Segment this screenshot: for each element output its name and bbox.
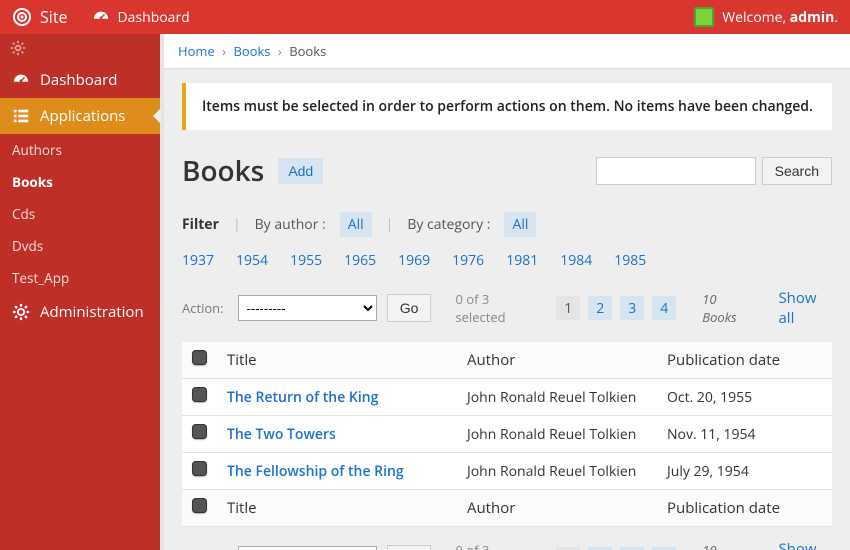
settings-button[interactable]: [0, 34, 160, 62]
pager: 1234: [556, 296, 676, 320]
book-author: John Ronald Reuel Tolkien: [457, 379, 657, 416]
year-filter-1969[interactable]: 1969: [398, 251, 430, 270]
sidebar-item-test_app[interactable]: Test_App: [0, 262, 160, 294]
filter-label: Filter: [182, 215, 219, 234]
selected-count: 0 of 3 selected: [455, 541, 536, 550]
breadcrumb-books[interactable]: Books: [233, 42, 270, 60]
book-pubdate: July 29, 1954: [657, 453, 832, 490]
year-filter-1976[interactable]: 1976: [452, 251, 484, 270]
sidebar-administration[interactable]: Administration: [0, 294, 160, 330]
col-author-foot[interactable]: Author: [457, 490, 657, 527]
select-all-checkbox[interactable]: [192, 350, 207, 365]
sidebar: Dashboard Applications AuthorsBooksCdsDv…: [0, 34, 160, 550]
year-filter-1955[interactable]: 1955: [290, 251, 322, 270]
topbar: Site Dashboard Welcome, admin.: [0, 0, 850, 34]
welcome-block[interactable]: Welcome, admin.: [694, 7, 838, 27]
list-icon: [12, 107, 30, 125]
year-filter-row: 1937 1954 1955 1965 1969 1976 1981 1984 1985: [182, 251, 832, 270]
welcome-text: Welcome, admin.: [722, 8, 838, 27]
sidebar-administration-label: Administration: [40, 302, 144, 322]
topbar-dashboard-label: Dashboard: [118, 8, 190, 27]
year-filter-1985[interactable]: 1985: [614, 251, 646, 270]
page-4[interactable]: 4: [652, 296, 676, 320]
filter-author-label: By author :: [255, 215, 326, 234]
total-count: 10 Books: [702, 290, 750, 326]
table-header-row: Title Author Publication date: [182, 342, 832, 379]
avatar: [694, 7, 714, 27]
col-pubdate[interactable]: Publication date: [657, 342, 832, 379]
gauge-icon: [92, 8, 110, 26]
sidebar-item-books[interactable]: Books: [0, 166, 160, 198]
year-filter-1965[interactable]: 1965: [344, 251, 376, 270]
cog-icon: [12, 303, 30, 321]
book-title-link[interactable]: The Fellowship of the Ring: [227, 462, 404, 481]
sidebar-applications[interactable]: Applications: [0, 98, 160, 134]
book-title-link[interactable]: The Two Towers: [227, 425, 336, 444]
breadcrumb: Home › Books › Books: [164, 34, 850, 69]
filter-author-value[interactable]: All: [340, 212, 372, 237]
col-pubdate-foot[interactable]: Publication date: [657, 490, 832, 527]
filter-category-label: By category :: [407, 215, 490, 234]
go-button[interactable]: Go: [387, 545, 432, 550]
row-checkbox[interactable]: [192, 387, 207, 402]
page-3[interactable]: 3: [620, 296, 644, 320]
show-all-link[interactable]: Show all: [778, 539, 832, 550]
alert-message: Items must be selected in order to perfo…: [182, 83, 832, 130]
book-pubdate: Nov. 11, 1954: [657, 416, 832, 453]
sidebar-applications-label: Applications: [40, 106, 125, 126]
col-title[interactable]: Title: [217, 342, 457, 379]
sidebar-item-dvds[interactable]: Dvds: [0, 230, 160, 262]
main: Home › Books › Books Items must be selec…: [160, 34, 850, 550]
site-name: Site: [40, 6, 68, 28]
table-row: The Return of the King John Ronald Reuel …: [182, 379, 832, 416]
year-filter-1954[interactable]: 1954: [236, 251, 268, 270]
sidebar-dashboard-label: Dashboard: [40, 70, 117, 90]
book-pubdate: Oct. 20, 1955: [657, 379, 832, 416]
select-all-checkbox-bottom[interactable]: [192, 498, 207, 513]
add-button[interactable]: Add: [278, 158, 323, 184]
book-title-link[interactable]: The Return of the King: [227, 388, 378, 407]
topbar-dashboard-link[interactable]: Dashboard: [92, 8, 190, 27]
breadcrumb-home[interactable]: Home: [178, 42, 215, 60]
year-filter-1984[interactable]: 1984: [560, 251, 592, 270]
year-filter-1981[interactable]: 1981: [506, 251, 538, 270]
gauge-icon: [12, 71, 30, 89]
search-input[interactable]: [596, 157, 756, 185]
col-author[interactable]: Author: [457, 342, 657, 379]
sidebar-item-authors[interactable]: Authors: [0, 134, 160, 166]
col-title-foot[interactable]: Title: [217, 490, 457, 527]
search-button[interactable]: Search: [762, 157, 832, 185]
table-row: The Two Towers John Ronald Reuel TolkienN…: [182, 416, 832, 453]
table-footer-row: Title Author Publication date: [182, 490, 832, 527]
action-label: Action:: [182, 299, 224, 317]
action-select[interactable]: ---------: [238, 295, 377, 321]
total-count: 10 Books: [702, 541, 750, 550]
page-title: Books: [182, 152, 264, 190]
book-author: John Ronald Reuel Tolkien: [457, 416, 657, 453]
selected-count: 0 of 3 selected: [455, 290, 536, 326]
action-select[interactable]: ---------: [238, 546, 377, 550]
filter-category-value[interactable]: All: [504, 212, 536, 237]
book-author: John Ronald Reuel Tolkien: [457, 453, 657, 490]
go-button[interactable]: Go: [387, 294, 432, 322]
row-checkbox[interactable]: [192, 461, 207, 476]
table-row: The Fellowship of the Ring John Ronald Re…: [182, 453, 832, 490]
gear-icon: [10, 40, 150, 56]
brand[interactable]: Site: [12, 6, 68, 28]
books-table: Title Author Publication date The Return…: [182, 342, 832, 527]
page-2[interactable]: 2: [588, 296, 612, 320]
show-all-link[interactable]: Show all: [778, 288, 832, 328]
target-icon: [12, 7, 32, 27]
row-checkbox[interactable]: [192, 424, 207, 439]
sidebar-dashboard[interactable]: Dashboard: [0, 62, 160, 98]
breadcrumb-current: Books: [289, 42, 326, 60]
sidebar-item-cds[interactable]: Cds: [0, 198, 160, 230]
page-1: 1: [556, 296, 580, 320]
year-filter-1937[interactable]: 1937: [182, 251, 214, 270]
